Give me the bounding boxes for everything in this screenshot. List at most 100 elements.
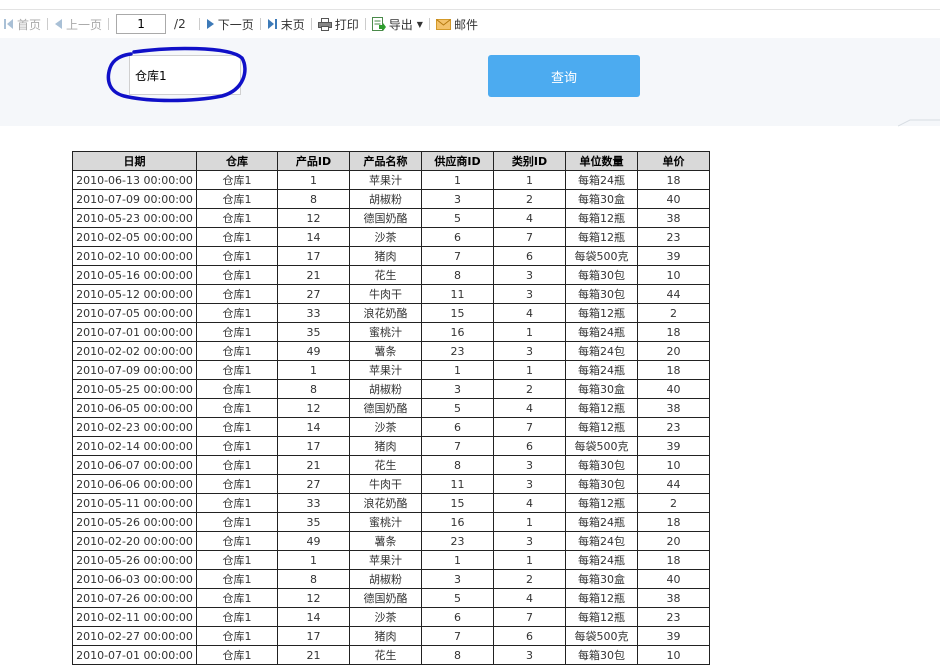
table-cell: 1 (421, 170, 494, 190)
table-cell: 12 (277, 588, 350, 608)
table-cell: 德国奶酪 (349, 398, 422, 418)
table-cell: 每箱30盒 (565, 189, 638, 209)
table-row: 2010-02-05 00:00:00 仓库1 14 沙茶 6 7 每箱12瓶 23 (72, 227, 710, 247)
last-page-button[interactable]: 末页 (264, 14, 308, 34)
column-header: 供应商ID (421, 151, 494, 171)
export-dropdown[interactable]: 导出 ▼ (369, 14, 426, 34)
table-cell: 仓库1 (196, 170, 278, 190)
table-cell: 花生 (349, 455, 422, 475)
table-cell: 18 (637, 322, 710, 342)
table-cell: 1 (421, 360, 494, 380)
table-row: 2010-07-01 00:00:00 仓库1 21 花生 8 3 每箱30包 10 (72, 645, 710, 665)
table-row: 2010-05-26 00:00:00 仓库1 1 苹果汁 1 1 每箱24瓶 18 (72, 550, 710, 570)
table-cell: 2010-02-02 00:00:00 (72, 341, 197, 361)
table-cell: 薯条 (349, 341, 422, 361)
table-cell: 每箱30包 (565, 284, 638, 304)
table-cell: 仓库1 (196, 417, 278, 437)
table-cell: 11 (421, 284, 494, 304)
table-cell: 德国奶酪 (349, 588, 422, 608)
table-cell: 浪花奶酪 (349, 493, 422, 513)
table-cell: 17 (277, 246, 350, 266)
table-cell: 3 (493, 474, 566, 494)
export-icon (371, 17, 386, 31)
table-cell: 6 (493, 246, 566, 266)
table-cell: 1 (421, 550, 494, 570)
table-cell: 38 (637, 208, 710, 228)
table-cell: 每箱24包 (565, 531, 638, 551)
table-cell: 6 (421, 227, 494, 247)
last-page-icon (267, 19, 277, 29)
mail-button[interactable]: 邮件 (433, 14, 481, 34)
next-page-button[interactable]: 下一页 (203, 14, 257, 34)
table-cell: 2010-02-11 00:00:00 (72, 607, 197, 627)
first-page-button[interactable]: 首页 (0, 14, 44, 34)
table-cell: 仓库1 (196, 493, 278, 513)
table-cell: 39 (637, 626, 710, 646)
table-cell: 4 (493, 303, 566, 323)
next-page-icon (206, 19, 214, 29)
table-cell: 蜜桃汁 (349, 512, 422, 532)
page-number-input[interactable] (116, 14, 167, 34)
table-cell: 12 (277, 398, 350, 418)
table-cell: 1 (277, 360, 350, 380)
table-cell: 5 (421, 398, 494, 418)
table-cell: 2 (493, 569, 566, 589)
table-cell: 20 (637, 341, 710, 361)
table-cell: 2010-05-26 00:00:00 (72, 512, 197, 532)
table-cell: 7 (493, 417, 566, 437)
table-row: 2010-06-07 00:00:00 仓库1 21 花生 8 3 每箱30包 10 (72, 455, 710, 475)
table-cell: 每箱24瓶 (565, 322, 638, 342)
table-cell: 27 (277, 284, 350, 304)
table-cell: 每箱12瓶 (565, 303, 638, 323)
table-cell: 18 (637, 170, 710, 190)
table-row: 2010-07-26 00:00:00 仓库1 12 德国奶酪 5 4 每箱12瓶 38 (72, 588, 710, 608)
table-row: 2010-07-09 00:00:00 仓库1 1 苹果汁 1 1 每箱24瓶 18 (72, 360, 710, 380)
table-cell: 仓库1 (196, 569, 278, 589)
table-cell: 每箱30包 (565, 265, 638, 285)
mail-label: 邮件 (453, 17, 478, 32)
query-button[interactable]: 查询 (488, 55, 640, 97)
warehouse-input[interactable] (129, 55, 241, 95)
table-cell: 浪花奶酪 (349, 303, 422, 323)
print-button[interactable]: 打印 (315, 14, 362, 34)
table-cell: 蜜桃汁 (349, 322, 422, 342)
table-cell: 每箱24瓶 (565, 512, 638, 532)
table-cell: 14 (277, 607, 350, 627)
table-cell: 20 (637, 531, 710, 551)
table-cell: 2010-02-20 00:00:00 (72, 531, 197, 551)
table-cell: 18 (637, 512, 710, 532)
table-cell: 21 (277, 265, 350, 285)
table-cell: 每箱12瓶 (565, 227, 638, 247)
table-cell: 2010-07-09 00:00:00 (72, 189, 197, 209)
table-body: 2010-06-13 00:00:00 仓库1 1 苹果汁 1 1 每箱24瓶 18 2010-… (72, 170, 710, 665)
table-cell: 33 (277, 493, 350, 513)
table-cell: 2010-06-06 00:00:00 (72, 474, 197, 494)
toolbar-divider (310, 18, 312, 30)
table-cell: 7 (421, 246, 494, 266)
column-header: 类别ID (493, 151, 566, 171)
table-row: 2010-02-27 00:00:00 仓库1 17 猪肉 7 6 每袋500克 39 (72, 626, 710, 646)
table-cell: 3 (493, 265, 566, 285)
table-cell: 2010-07-05 00:00:00 (72, 303, 197, 323)
table-cell: 3 (493, 284, 566, 304)
table-cell: 薯条 (349, 531, 422, 551)
corner-decoration (898, 119, 940, 127)
table-cell: 猪肉 (349, 436, 422, 456)
table-cell: 39 (637, 246, 710, 266)
table-cell: 1 (493, 512, 566, 532)
table-cell: 14 (277, 417, 350, 437)
table-cell: 2 (637, 303, 710, 323)
table-cell: 10 (637, 645, 710, 665)
prev-page-button[interactable]: 上一页 (51, 14, 105, 34)
table-cell: 18 (637, 550, 710, 570)
report-table: 日期 仓库 产品ID 产品名称 供应商ID 类别ID 单位数量 单价 2010-… (72, 151, 710, 665)
toolbar-divider (259, 18, 261, 30)
table-cell: 每袋500克 (565, 246, 638, 266)
table-cell: 2010-02-23 00:00:00 (72, 417, 197, 437)
first-page-label: 首页 (17, 17, 42, 32)
table-cell: 40 (637, 569, 710, 589)
table-cell: 沙茶 (349, 607, 422, 627)
table-row: 2010-02-23 00:00:00 仓库1 14 沙茶 6 7 每箱12瓶 23 (72, 417, 710, 437)
prev-page-label: 上一页 (66, 17, 103, 32)
table-cell: 17 (277, 626, 350, 646)
